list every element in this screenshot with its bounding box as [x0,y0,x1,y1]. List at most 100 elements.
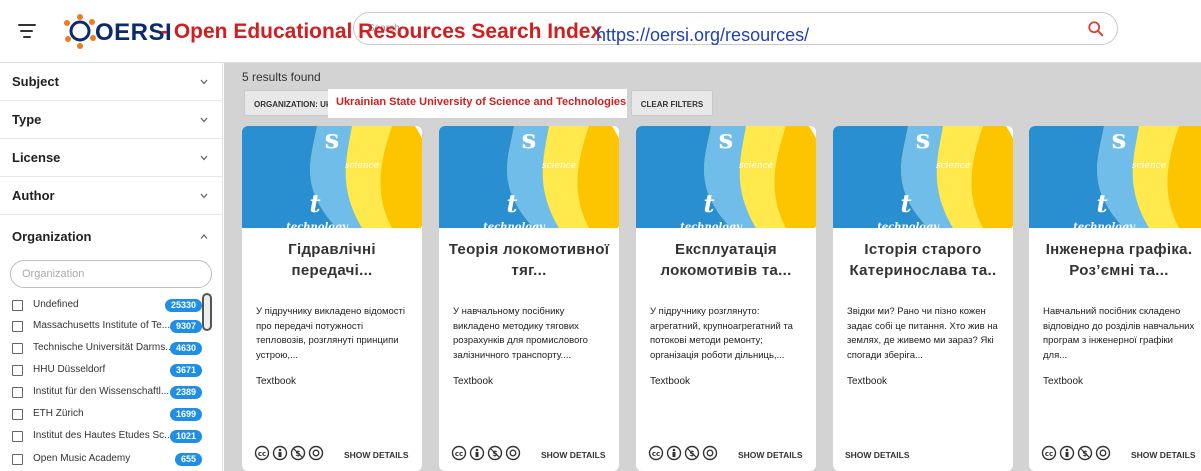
resource-description: Навчальний посібник складено відповідно … [1043,306,1195,361]
resource-thumbnail[interactable]: s science t technology [636,126,816,228]
facet-type[interactable]: Type [0,101,222,139]
show-details-button[interactable]: SHOW DETAILS [1131,450,1196,460]
oersi-logo[interactable]: OERSI [62,11,172,51]
organization-option[interactable]: ETH Zürich 1699 [12,406,202,426]
svg-text:science: science [739,161,773,171]
svg-text:science: science [936,161,970,171]
count-badge: 9307 [169,320,202,333]
resource-thumbnail[interactable]: s science t technology [242,126,422,228]
organization-option[interactable]: Technische Universität Darms... 4630 [12,340,202,360]
checkbox[interactable] [12,454,23,465]
search-icon[interactable] [1087,20,1105,38]
clear-filters-button[interactable]: CLEAR FILTERS [631,90,713,116]
checkbox[interactable] [12,431,23,442]
resource-card[interactable]: s science t technology Теорія локомотивн… [439,126,619,471]
organization-option[interactable]: Open Music Academy 655 [12,451,202,471]
svg-text:t: t [1096,189,1107,218]
cc-license-icon[interactable]: cc $ [1041,445,1116,461]
show-details-button[interactable]: SHOW DETAILS [845,450,910,460]
resource-title[interactable]: Експлуатація локомотивів та... [644,239,808,283]
svg-text:science: science [542,161,576,171]
count-badge: 1699 [169,408,202,421]
count-badge: 3671 [169,364,202,377]
resource-title[interactable]: Теорія локомотивної тяг... [447,239,611,283]
svg-text:technology: technology [877,222,940,228]
facet-subject[interactable]: Subject [0,63,222,101]
overlay-url[interactable]: https://oersi.org/resources/ [596,25,809,46]
checkbox[interactable] [12,387,23,398]
svg-text:t: t [506,189,517,218]
svg-text:s: s [522,126,537,155]
cc-license-icon[interactable]: cc $ [254,445,329,461]
facet-label: License [12,150,61,165]
resource-description: У підручнику розглянуто: агрегатний, кру… [650,306,793,361]
organization-option[interactable]: Institut für den Wissenschaftl... 2389 [12,384,202,404]
resource-title[interactable]: Гідравлічні передачі... [250,239,414,283]
facet-label: Organization [12,229,92,244]
facet-author[interactable]: Author [0,177,222,215]
organization-scrollbar[interactable] [202,293,212,331]
filter-sidebar: Subject Type License Author Organization… [0,63,223,471]
resource-thumbnail[interactable]: s science t technology [833,126,1013,228]
resource-title[interactable]: Інженерна графіка. Роз’ємні та... [1037,239,1201,283]
svg-text:s: s [1112,126,1127,155]
show-details-button[interactable]: SHOW DETAILS [541,450,606,460]
overlay-title: - Open Educational Resources Search Inde… [161,20,603,43]
chevron-down-icon [200,79,208,85]
svg-text:cc: cc [1045,450,1053,458]
svg-text:science: science [1132,161,1166,171]
menu-icon[interactable] [18,21,38,41]
filter-chip[interactable]: ORGANIZATION: Ukrainian State University… [244,90,332,116]
checkbox[interactable] [12,300,23,311]
svg-text:t: t [703,189,714,218]
cc-license-icon[interactable]: cc $ [648,445,723,461]
organization-name: ETH Zürich [33,408,84,419]
chevron-down-icon [200,117,208,123]
show-details-button[interactable]: SHOW DETAILS [738,450,803,460]
svg-text:s: s [719,126,734,155]
results-count: 5 results found [242,70,321,84]
organization-option[interactable]: Massachusetts Institute of Te... 9307 [12,318,202,338]
organization-name: Technische Universität Darms... [33,342,174,353]
resource-card[interactable]: s science t technology Інженерна графіка… [1029,126,1201,471]
resource-description: Звідки ми? Рано чи пізно кожен задає соб… [847,306,998,361]
organization-name: Massachusetts Institute of Te... [33,320,171,331]
svg-text:t: t [900,189,911,218]
count-badge: 4630 [169,342,202,355]
show-details-button[interactable]: SHOW DETAILS [344,450,409,460]
organization-search-input[interactable] [22,261,207,287]
svg-text:s: s [325,126,340,155]
organization-name: HHU Düsseldorf [33,364,106,375]
checkbox[interactable] [12,409,23,420]
facet-license[interactable]: License [0,139,222,177]
cc-license-icon[interactable]: cc $ [451,445,526,461]
svg-text:cc: cc [652,450,660,458]
resource-description: У навчальному посібнику викладено методи… [453,306,588,361]
svg-text:technology: technology [286,222,349,228]
svg-text:t: t [309,189,320,218]
resource-thumbnail[interactable]: s science t technology [1029,126,1201,228]
resource-card[interactable]: s science t technology Гідравлічні перед… [242,126,422,471]
resource-card[interactable]: s science t technology Історія старого К… [833,126,1013,471]
organization-option[interactable]: Undefined 25330 [12,297,202,317]
resource-thumbnail[interactable]: s science t technology [439,126,619,228]
resource-description: У підручнику викладено відомості про пер… [256,306,406,361]
organization-option[interactable]: Institut des Hautes Études Sc... 1021 [12,428,202,448]
checkbox[interactable] [12,343,23,354]
svg-text:technology: technology [1073,222,1136,228]
checkbox[interactable] [12,321,23,332]
organization-search-field[interactable] [10,260,212,288]
resource-type: Textbook [256,376,297,387]
resource-type: Textbook [847,376,888,387]
app-header: OERSI - Open Educational Resources Searc… [0,0,1201,63]
facet-organization[interactable]: Organization [0,218,222,256]
facet-label: Type [12,112,42,127]
filter-chip-highlight: Ukrainian State University of Science an… [328,89,627,118]
resource-title[interactable]: Історія старого Катеринослава та.. [841,239,1005,283]
organization-name: Institut für den Wissenschaftl... [33,386,170,397]
organization-option[interactable]: HHU Düsseldorf 3671 [12,362,202,382]
resource-card[interactable]: s science t technology Експлуатація локо… [636,126,816,471]
count-badge: 1021 [169,430,202,443]
resource-type: Textbook [1043,376,1084,387]
checkbox[interactable] [12,365,23,376]
